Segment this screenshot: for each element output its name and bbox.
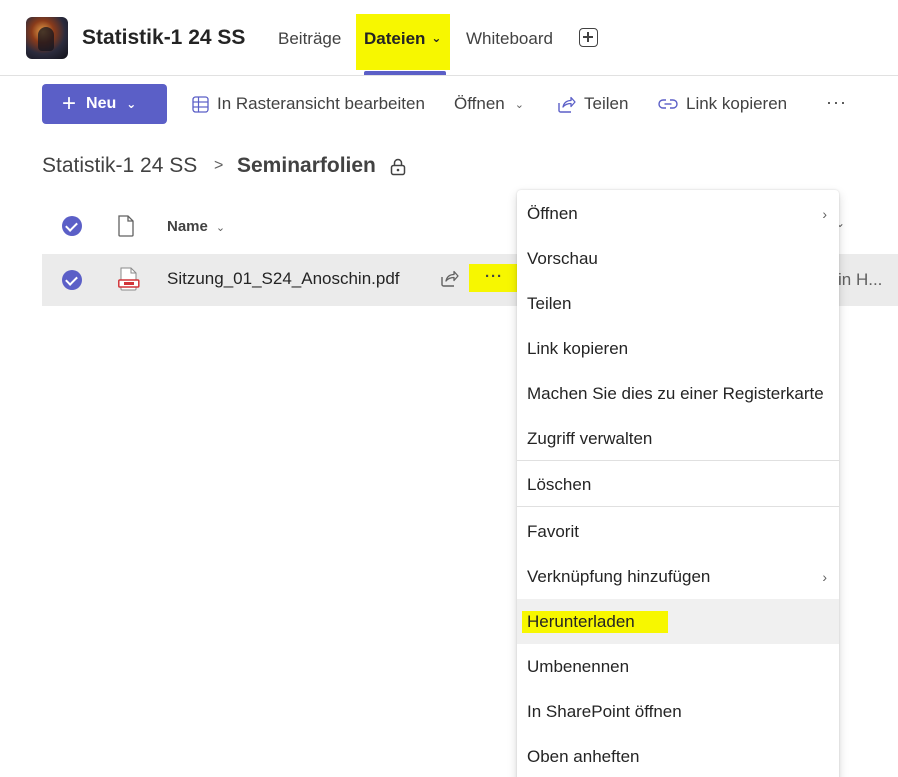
chevron-down-icon: ⌄ — [514, 98, 524, 111]
menu-item-label: Link kopieren — [527, 338, 629, 358]
menu-item-label: Oben anheften — [527, 746, 640, 766]
edit-in-grid-button[interactable]: In Rasteransicht bearbeiten — [192, 94, 425, 114]
menu-item-label: Machen Sie dies zu einer Registerkarte — [527, 383, 824, 403]
new-button[interactable]: + Neu ⌄ — [42, 84, 167, 124]
menu-divider — [517, 460, 839, 461]
chevron-down-icon: ⌄ — [126, 97, 137, 111]
menu-item-delete[interactable]: Löschen — [517, 462, 839, 507]
tab-dateien[interactable]: Dateien ⌄ — [364, 29, 441, 49]
share-icon[interactable] — [440, 270, 459, 287]
menu-item-open[interactable]: Öffnen › — [517, 191, 839, 236]
menu-item-label: Öffnen — [527, 203, 578, 223]
menu-divider — [517, 506, 839, 507]
add-tab-icon[interactable] — [579, 28, 598, 47]
chevron-right-icon: › — [822, 568, 827, 585]
tab-beitraege[interactable]: Beiträge — [278, 29, 341, 49]
copy-link-label: Link kopieren — [686, 94, 788, 113]
grid-icon — [192, 95, 209, 113]
menu-item-favorite[interactable]: Favorit — [517, 509, 839, 554]
open-button[interactable]: Öffnen ⌄ — [454, 94, 524, 114]
menu-item-preview[interactable]: Vorschau — [517, 236, 839, 281]
new-button-label: Neu — [86, 95, 117, 112]
share-icon — [558, 96, 576, 113]
tab-dateien-label: Dateien — [364, 29, 426, 48]
active-tab-indicator — [364, 71, 446, 75]
chevron-down-icon: ⌄ — [215, 222, 226, 234]
link-icon — [658, 99, 678, 109]
menu-item-label: Zugriff verwalten — [527, 428, 653, 448]
chevron-down-icon: ⌄ — [431, 31, 442, 45]
row-cell-truncated: in H... — [838, 270, 883, 289]
chevron-right-icon: > — [214, 157, 224, 174]
menu-item-pin-to-top[interactable]: Oben anheften — [517, 734, 839, 777]
menu-item-download-label[interactable]: Herunterladen — [527, 611, 635, 633]
document-icon — [118, 215, 134, 237]
menu-item-add-shortcut[interactable]: Verknüpfung hinzufügen › — [517, 554, 839, 599]
menu-item-label: In SharePoint öffnen — [527, 701, 682, 721]
more-options-icon[interactable]: ··· — [826, 92, 847, 113]
menu-item-make-tab[interactable]: Machen Sie dies zu einer Registerkarte — [517, 371, 839, 416]
share-label: Teilen — [584, 94, 629, 113]
team-name[interactable]: Statistik-1 24 SS — [82, 26, 245, 50]
column-header-name[interactable]: Name ⌄ — [167, 218, 225, 235]
pdf-file-icon — [118, 267, 140, 291]
edit-in-grid-label: In Rasteransicht bearbeiten — [217, 94, 425, 113]
menu-item-label: Verknüpfung hinzufügen — [527, 566, 711, 586]
file-name[interactable]: Sitzung_01_S24_Anoschin.pdf — [167, 269, 400, 289]
tab-whiteboard[interactable]: Whiteboard — [466, 29, 553, 49]
lock-icon — [390, 158, 406, 176]
chevron-right-icon: › — [822, 205, 827, 222]
breadcrumb-current: Seminarfolien — [237, 154, 376, 177]
plus-icon: + — [62, 90, 77, 117]
menu-item-share[interactable]: Teilen — [517, 281, 839, 326]
menu-item-open-in-sharepoint[interactable]: In SharePoint öffnen — [517, 689, 839, 734]
open-label: Öffnen — [454, 94, 505, 113]
menu-item-manage-access[interactable]: Zugriff verwalten — [517, 416, 839, 461]
menu-item-label: Teilen — [527, 293, 572, 313]
share-button[interactable]: Teilen — [557, 94, 628, 114]
column-header-name-label: Name — [167, 218, 208, 235]
menu-item-rename[interactable]: Umbenennen — [517, 644, 839, 689]
row-checkbox[interactable] — [62, 270, 82, 290]
row-more-options-icon[interactable]: ··· — [485, 268, 503, 285]
context-menu: Öffnen › Vorschau Teilen Link kopieren M… — [517, 190, 839, 777]
menu-item-label: Umbenennen — [527, 656, 630, 676]
menu-item-copy-link[interactable]: Link kopieren — [517, 326, 839, 371]
menu-item-label: Favorit — [527, 521, 579, 541]
select-all-checkbox[interactable] — [62, 216, 82, 236]
copy-link-button[interactable]: Link kopieren — [658, 94, 787, 114]
team-avatar[interactable] — [26, 17, 68, 59]
menu-item-label: Löschen — [527, 474, 592, 494]
breadcrumb-root[interactable]: Statistik-1 24 SS — [42, 154, 197, 178]
menu-item-label: Vorschau — [527, 248, 598, 268]
app-header: Statistik-1 24 SS Beiträge Dateien ⌄ Whit… — [0, 0, 898, 76]
